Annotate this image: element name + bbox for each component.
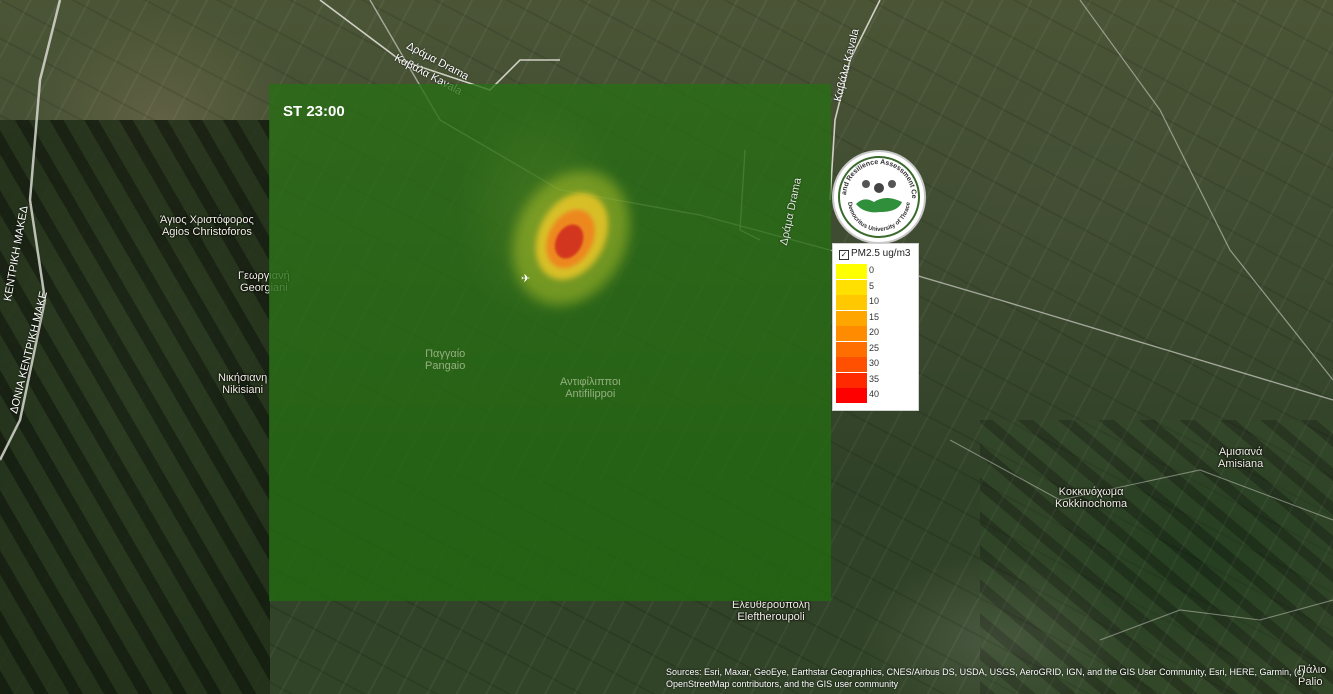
place-label-pangaio: Παγγαίο Pangaio xyxy=(425,348,466,372)
legend-value: 10 xyxy=(869,296,880,306)
pm25-legend: ✓ PM2.5 ug/m3 0 5 10 15 20 25 30 35 40 xyxy=(832,243,919,411)
place-label-agios-christoforos: Άγιος Χριστόφορος Agios Christoforos xyxy=(160,214,254,238)
legend-swatch xyxy=(836,372,867,388)
place-label-kokkinochoma: Κοκκινόχωμα Kokkinochoma xyxy=(1055,486,1128,510)
layer-visibility-checkbox[interactable]: ✓ xyxy=(839,250,849,260)
legend-swatch xyxy=(836,295,867,310)
legend-value: 5 xyxy=(869,280,875,291)
legend-swatch xyxy=(836,310,867,326)
legend-swatch xyxy=(836,357,867,372)
legend-swatch xyxy=(836,341,867,357)
legend-swatch xyxy=(836,326,867,341)
legend-value: 20 xyxy=(869,327,880,337)
legend-value: 15 xyxy=(869,311,880,322)
legend-swatch xyxy=(836,279,867,295)
legend-value: 25 xyxy=(869,342,880,353)
timestamp-label: ST 23:00 xyxy=(283,103,345,120)
legend-value: 35 xyxy=(869,373,880,384)
place-label-eleftheroupoli: Ελευθερούπολη Eleftheroupoli xyxy=(732,599,811,623)
rrac-logo: Risk and Resilience Assessment Centre De… xyxy=(832,150,926,244)
legend-title[interactable]: ✓ PM2.5 ug/m3 xyxy=(839,248,910,260)
legend-swatch xyxy=(836,264,867,279)
legend-value: 40 xyxy=(869,389,880,399)
place-label-nikisiani: Νικήσιανη Nikisiani xyxy=(218,372,268,396)
place-label-amisiana: Αμισιανά Amisiana xyxy=(1218,446,1264,470)
map-attribution: Sources: Esri, Maxar, GeoEye, Earthstar … xyxy=(666,667,1305,689)
place-label-antifilippoi: Αντιφίλιπποι Antifilippoi xyxy=(560,376,621,400)
legend-swatch xyxy=(836,388,867,403)
legend-value: 0 xyxy=(869,265,875,275)
legend-value: 30 xyxy=(869,358,880,368)
legend-title-text: PM2.5 ug/m3 xyxy=(851,248,911,259)
emission-source-icon[interactable]: ✈ xyxy=(521,272,530,285)
satellite-map[interactable]: Δράμα Drama Καβάλα Kavala Καβάλα Kavala … xyxy=(0,0,1333,694)
